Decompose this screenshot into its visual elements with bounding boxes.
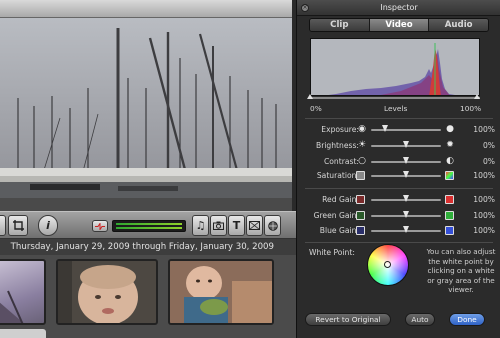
red-gain-label: Red Gain: xyxy=(322,195,359,204)
green-gain-row: Green Gain: 100% xyxy=(297,209,500,222)
levels-low-handle[interactable] xyxy=(307,94,313,99)
exposure-row: Exposure: ◉ ● 100% xyxy=(297,123,500,136)
audio-meter-icon xyxy=(92,220,108,232)
title-glyph: T xyxy=(232,219,241,232)
blue-low-swatch xyxy=(356,226,365,235)
levels-high-handle[interactable] xyxy=(474,94,480,99)
exposure-value: 100% xyxy=(473,125,495,134)
date-range-text: Thursday, January 29, 2009 through Frida… xyxy=(10,242,274,252)
contrast-high-icon: ◐ xyxy=(446,156,454,166)
auto-button[interactable]: Auto xyxy=(405,313,435,326)
brightness-slider-handle[interactable] xyxy=(403,141,409,148)
crop-icon[interactable] xyxy=(8,215,28,236)
blue-high-swatch xyxy=(445,226,454,235)
red-gain-slider-handle[interactable] xyxy=(403,195,409,202)
brightness-low-icon: ☀ xyxy=(357,140,367,150)
saturation-low-icon xyxy=(356,171,365,180)
divider xyxy=(305,118,493,119)
blue-gain-label: Blue Gain: xyxy=(319,226,359,235)
contrast-label: Contrast: xyxy=(323,157,359,166)
title-icon[interactable]: T xyxy=(228,215,245,236)
levels-min-label: 0% xyxy=(310,104,322,113)
event-thumbnail[interactable] xyxy=(168,259,274,325)
close-icon[interactable]: × xyxy=(301,4,309,12)
level-bar-right xyxy=(116,227,182,229)
tab-audio[interactable]: Audio xyxy=(429,19,488,31)
audio-level-meter xyxy=(112,220,186,232)
inspector-title: Inspector xyxy=(380,3,418,12)
green-gain-slider-handle[interactable] xyxy=(403,211,409,218)
white-point-label: White Point: xyxy=(309,248,355,257)
contrast-value: 0% xyxy=(482,157,495,166)
info-icon[interactable]: i xyxy=(38,215,58,236)
levels-max-label: 100% xyxy=(460,104,482,113)
red-gain-row: Red Gain: 100% xyxy=(297,193,500,206)
white-point-help-text: You can also adjust the white point by c… xyxy=(426,247,496,294)
green-gain-value: 100% xyxy=(473,211,495,220)
info-glyph: i xyxy=(46,219,50,232)
inspector-titlebar: × Inspector xyxy=(297,0,500,16)
red-gain-value: 100% xyxy=(473,195,495,204)
brightness-row: Brightness: ☀ ✹ 0% xyxy=(297,139,500,152)
exposure-slider-handle[interactable] xyxy=(382,125,388,132)
red-high-swatch xyxy=(445,195,454,204)
divider xyxy=(305,188,493,189)
project-area: i ♫ T Thursday, January 29, 2009 through… xyxy=(0,0,296,338)
viewer-frame xyxy=(0,18,292,198)
saturation-slider-handle[interactable] xyxy=(403,171,409,178)
event-browser xyxy=(0,255,296,338)
camera-icon[interactable] xyxy=(210,215,227,236)
revert-to-original-button[interactable]: Revert to Original xyxy=(305,313,391,326)
red-low-swatch xyxy=(356,195,365,204)
imovie-window: i ♫ T Thursday, January 29, 2009 through… xyxy=(0,0,500,338)
inspector-tabs: Clip Video Audio xyxy=(309,18,489,32)
done-button[interactable]: Done xyxy=(449,313,485,326)
brightness-high-icon: ✹ xyxy=(446,140,454,150)
tab-clip[interactable]: Clip xyxy=(310,19,370,31)
contrast-row: Contrast: ○ ◐ 0% xyxy=(297,155,500,168)
event-strip xyxy=(0,329,46,338)
music-icon[interactable]: ♫ xyxy=(192,215,209,236)
levels-label: Levels xyxy=(384,104,408,113)
globe-icon[interactable] xyxy=(264,215,281,236)
saturation-value: 100% xyxy=(473,171,495,180)
saturation-high-icon xyxy=(445,171,454,180)
edit-toolbar: i ♫ T xyxy=(0,211,296,239)
divider xyxy=(305,242,493,243)
saturation-label: Saturation: xyxy=(316,171,359,180)
event-thumbnail[interactable] xyxy=(56,259,158,325)
green-low-swatch xyxy=(356,211,365,220)
exposure-high-icon: ● xyxy=(446,124,454,134)
transition-icon[interactable] xyxy=(246,215,263,236)
exposure-label: Exposure: xyxy=(321,125,359,134)
video-viewer[interactable] xyxy=(0,18,292,198)
contrast-slider-handle[interactable] xyxy=(403,157,409,164)
green-gain-label: Green Gain: xyxy=(313,211,359,220)
contrast-low-icon: ○ xyxy=(358,156,366,166)
saturation-row: Saturation: 100% xyxy=(297,169,500,182)
histogram xyxy=(310,38,480,96)
level-bar-left xyxy=(116,223,182,225)
toolbar-left-button[interactable] xyxy=(0,215,6,236)
white-point-marker[interactable] xyxy=(384,261,391,268)
tab-video[interactable]: Video xyxy=(369,19,430,31)
blue-gain-slider-handle[interactable] xyxy=(403,226,409,233)
event-thumbnail[interactable] xyxy=(0,259,46,325)
levels-track xyxy=(310,97,480,99)
green-high-swatch xyxy=(445,211,454,220)
blue-gain-value: 100% xyxy=(473,226,495,235)
inspector-panel: × Inspector Clip Video Audio 0% Levels 1… xyxy=(296,0,500,338)
brightness-label: Brightness: xyxy=(315,141,359,150)
viewer-top-bar xyxy=(0,0,296,18)
exposure-low-icon: ◉ xyxy=(358,124,366,134)
event-date-range: Thursday, January 29, 2009 through Frida… xyxy=(0,239,296,255)
brightness-value: 0% xyxy=(482,141,495,150)
blue-gain-row: Blue Gain: 100% xyxy=(297,224,500,237)
